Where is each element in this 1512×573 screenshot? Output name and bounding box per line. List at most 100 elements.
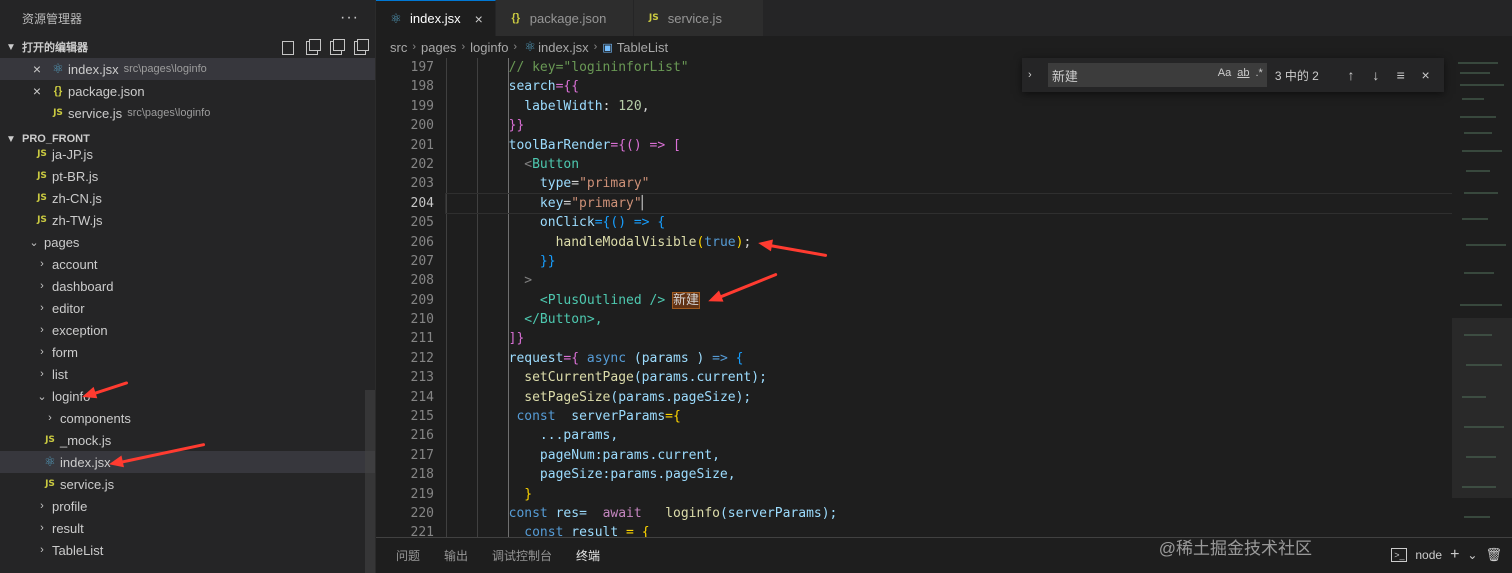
tree-label: components	[60, 410, 131, 426]
code-line: ]}	[508, 331, 525, 347]
tree-folder-dashboard[interactable]: › dashboard	[0, 275, 375, 297]
arrow-down-icon[interactable]: ↓	[1363, 67, 1388, 83]
close-icon[interactable]: ×	[1413, 67, 1438, 83]
line-number: 215	[410, 409, 434, 425]
close-icon[interactable]: ×	[30, 61, 44, 77]
line-number: 209	[410, 292, 434, 308]
tree-folder-account[interactable]: › account	[0, 253, 375, 275]
tree-file-zh-tw[interactable]: JS zh-TW.js	[0, 209, 375, 231]
minimap-slider[interactable]	[1452, 318, 1512, 498]
find-in-selection-icon[interactable]: ≡	[1388, 67, 1413, 83]
open-editors-header[interactable]: ▼ 打开的编辑器	[0, 36, 375, 58]
tree-folder-form[interactable]: › form	[0, 341, 375, 363]
terminal-actions: >_ node + ⌄ 🗑	[1391, 546, 1502, 564]
chevron-right-icon: ›	[40, 258, 44, 270]
breadcrumb-item[interactable]: index.jsx	[538, 40, 589, 55]
line-number: 214	[410, 389, 434, 405]
new-terminal-icon[interactable]: +	[1450, 546, 1459, 564]
tree-file-index-jsx[interactable]: ⚛ index.jsx	[0, 451, 375, 473]
tree-folder-profile[interactable]: › profile	[0, 495, 375, 517]
tree-label: pages	[44, 234, 80, 250]
regex-icon[interactable]: .*	[1256, 67, 1263, 79]
tree-folder-editor[interactable]: › editor	[0, 297, 375, 319]
tab-problems[interactable]: 问题	[396, 538, 420, 573]
close-all-icon[interactable]	[351, 39, 369, 55]
chevron-right-icon[interactable]: ›	[1028, 69, 1044, 81]
breadcrumb-item[interactable]: TableList	[617, 40, 668, 55]
tree-label: TableList	[52, 542, 104, 558]
breadcrumb-item[interactable]: pages	[421, 40, 456, 55]
tab-output[interactable]: 输出	[444, 538, 468, 573]
find-input-value: 新建	[1051, 68, 1078, 84]
breadcrumb: src › pages › loginfo › ⚛ index.jsx › ▣ …	[376, 36, 1512, 58]
match-whole-word-icon[interactable]: ab	[1237, 67, 1249, 79]
tree-folder-list[interactable]: › list	[0, 363, 375, 385]
line-number: 204	[410, 195, 434, 211]
code-line: ...params,	[539, 428, 619, 444]
trash-icon[interactable]: 🗑	[1485, 547, 1502, 563]
chevron-right-icon: ›	[40, 324, 44, 336]
tab-index-jsx[interactable]: ⚛ index.jsx ×	[376, 0, 496, 36]
js-file-icon: JS	[37, 193, 47, 203]
tree-folder-pages[interactable]: ⌄ pages	[0, 231, 375, 253]
breadcrumb-item[interactable]: src	[390, 40, 407, 55]
tree-file-zh-cn[interactable]: JS zh-CN.js	[0, 187, 375, 209]
new-file-icon[interactable]	[279, 39, 295, 55]
tree-folder-loginfo[interactable]: ⌄ loginfo	[0, 385, 375, 407]
code-editor[interactable]: 197 198 199 200 201 202 203 204 205 206 …	[376, 58, 1512, 537]
tab-debug-console[interactable]: 调试控制台	[492, 538, 552, 573]
tree-file-pt-br[interactable]: JS pt-BR.js	[0, 165, 375, 187]
code-line: const res= await loginfo(serverParams);	[508, 505, 838, 521]
open-editor-item[interactable]: × ⚛ index.jsx src\pages\loginfo	[0, 58, 375, 80]
tree-file-service[interactable]: JS service.js	[0, 473, 375, 495]
code-line: onClick={() => {	[539, 215, 666, 231]
js-file-icon: JS	[53, 108, 63, 118]
js-file-icon: JS	[37, 215, 47, 225]
arrow-up-icon[interactable]: ↑	[1339, 67, 1364, 83]
code-line: }	[524, 486, 533, 502]
chevron-down-icon: ⌄	[37, 390, 47, 403]
code-line: labelWidth: 120,	[524, 98, 650, 114]
code-line: pageSize:params.pageSize,	[539, 467, 736, 483]
tab-package-json[interactable]: {} package.json	[495, 0, 634, 36]
tab-service-js[interactable]: JS service.js	[633, 0, 764, 36]
line-number: 219	[410, 486, 434, 502]
tree-label: _mock.js	[60, 432, 112, 448]
code-line: type="primary"	[539, 176, 650, 192]
line-number: 197	[410, 60, 434, 75]
chevron-right-icon: ›	[40, 280, 44, 292]
line-number: 200	[410, 118, 434, 134]
tree-label: dashboard	[52, 278, 114, 294]
js-file-icon: JS	[45, 435, 55, 445]
close-icon[interactable]: ×	[475, 11, 483, 27]
close-icon[interactable]: ×	[30, 83, 44, 99]
tree-folder-tablelist[interactable]: › TableList	[0, 539, 375, 561]
tree-folder-exception[interactable]: › exception	[0, 319, 375, 341]
react-file-icon: ⚛	[52, 61, 64, 76]
code-line: <PlusOutlined /> 新建	[539, 291, 701, 309]
editor-tabs: ⚛ index.jsx × {} package.json JS service…	[376, 0, 1512, 36]
tab-terminal[interactable]: 终端	[576, 538, 601, 573]
terminal-name[interactable]: node	[1415, 548, 1442, 562]
explorer-title-bar: 资源管理器 ···	[0, 0, 375, 36]
line-number: 208	[410, 273, 434, 289]
find-input[interactable]: 新建 Aa ab .*	[1047, 63, 1267, 87]
chevron-right-icon: ›	[48, 412, 52, 424]
tree-folder-components[interactable]: › components	[0, 407, 375, 429]
open-editor-item[interactable]: JS service.js src\pages\loginfo	[0, 102, 375, 124]
breadcrumb-item[interactable]: loginfo	[470, 40, 508, 55]
open-editor-item[interactable]: × {} package.json	[0, 80, 375, 102]
project-header[interactable]: ▼ PRO_FRONT	[0, 128, 375, 150]
sidebar-scrollbar[interactable]	[365, 390, 375, 573]
minimap[interactable]	[1452, 58, 1512, 537]
match-case-icon[interactable]: Aa	[1218, 67, 1231, 79]
toggle-vertical-icon[interactable]	[303, 39, 321, 55]
save-all-icon[interactable]	[327, 39, 345, 55]
tree-label: pt-BR.js	[52, 168, 99, 184]
more-actions-icon[interactable]: ···	[340, 9, 359, 27]
line-number: 205	[410, 215, 434, 231]
tree-folder-result[interactable]: › result	[0, 517, 375, 539]
open-editor-name: package.json	[68, 83, 145, 99]
line-number: 207	[410, 253, 434, 269]
chevron-down-icon[interactable]: ⌄	[1467, 548, 1477, 562]
